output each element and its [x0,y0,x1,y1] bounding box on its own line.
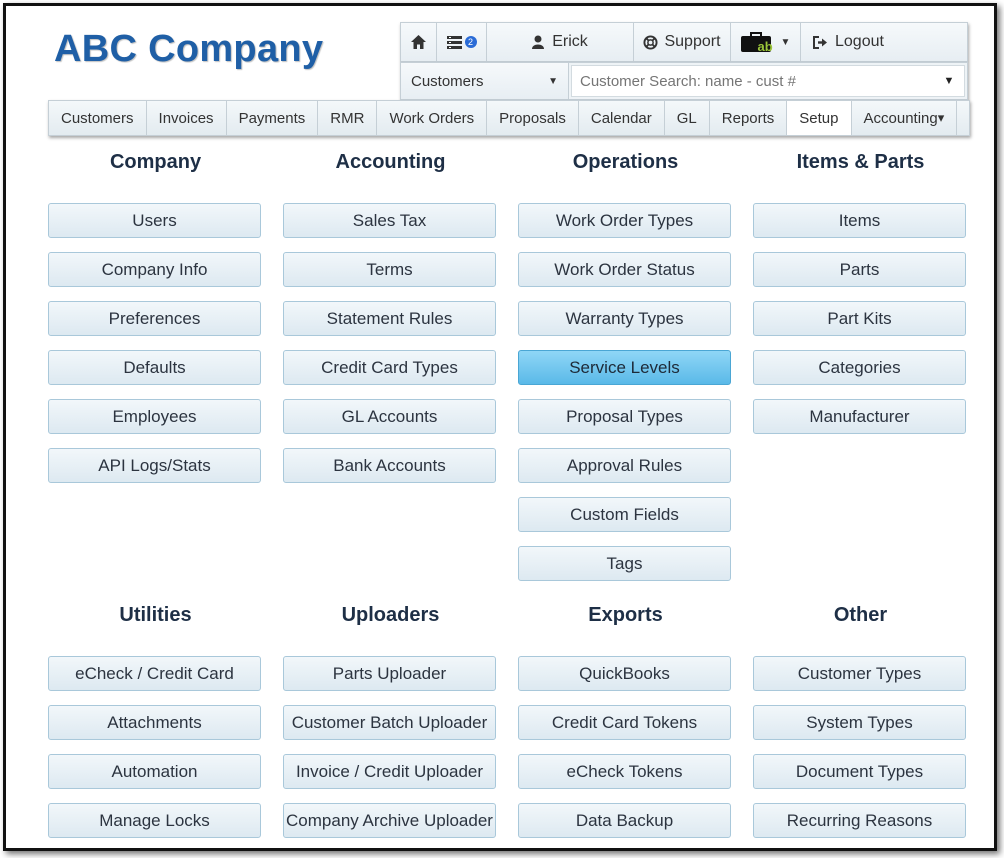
nav-tab-work-orders[interactable]: Work Orders [377,101,488,135]
data-backup-button[interactable]: Data Backup [518,803,731,838]
company-archive-uploader-button[interactable]: Company Archive Uploader [283,803,496,838]
employees-button[interactable]: Employees [48,399,261,434]
chevron-down-icon: ▼ [548,75,558,87]
nav-tab-payments[interactable]: Payments [227,101,319,135]
part-kits-button[interactable]: Part Kits [753,301,966,336]
nav-tab-invoices[interactable]: Invoices [147,101,227,135]
section-title-operations: Operations [572,151,679,173]
top-toolbar: 2 Erick Support ab ▼ Logout [400,22,968,62]
search-scope-value: Customers [411,72,484,90]
section-title-items-parts: Items & Parts [796,151,925,173]
section-title-company: Company [109,151,202,173]
invoice-credit-uploader-button[interactable]: Invoice / Credit Uploader [283,754,496,789]
user-menu[interactable]: Erick [487,23,634,61]
recurring-reasons-button[interactable]: Recurring Reasons [753,803,966,838]
credit-card-tokens-button[interactable]: Credit Card Tokens [518,705,731,740]
section-title-other: Other [833,604,888,626]
automation-button[interactable]: Automation [48,754,261,789]
section-title-uploaders: Uploaders [341,604,440,626]
logout-label: Logout [835,33,884,50]
user-name: Erick [552,33,588,50]
customer-search-input[interactable] [572,72,934,90]
manage-locks-button[interactable]: Manage Locks [48,803,261,838]
gl-accounts-button[interactable]: GL Accounts [283,399,496,434]
nav-tab-calendar[interactable]: Calendar [579,101,665,135]
work-order-types-button[interactable]: Work Order Types [518,203,731,238]
manufacturer-button[interactable]: Manufacturer [753,399,966,434]
section-title-accounting: Accounting [335,151,446,173]
notification-badge: 2 [464,36,477,48]
parts-button[interactable]: Parts [753,252,966,287]
quickbooks-button[interactable]: QuickBooks [518,656,731,691]
main-nav: Customers Invoices Payments RMR Work Orders P… [48,100,970,136]
chevron-down-icon: ▼ [780,36,791,48]
echeck-credit-card-button[interactable]: eCheck / Credit Card [48,656,261,691]
list-icon [446,35,462,49]
customer-types-button[interactable]: Customer Types [753,656,966,691]
section-title-utilities: Utilities [119,604,192,626]
document-types-button[interactable]: Document Types [753,754,966,789]
terms-button[interactable]: Terms [283,252,496,287]
company-info-button[interactable]: Company Info [48,252,261,287]
home-icon [411,35,426,49]
chevron-down-icon[interactable]: ▼ [934,75,964,87]
logout-button[interactable]: Logout [801,23,965,61]
bank-accounts-button[interactable]: Bank Accounts [283,448,496,483]
user-icon [532,35,545,49]
briefcase-icon: ab [740,32,773,54]
search-bar: Customers ▼ ▼ [400,62,968,100]
users-button[interactable]: Users [48,203,261,238]
lifebuoy-icon [643,34,658,50]
nav-tab-customers[interactable]: Customers [49,101,147,135]
home-button[interactable] [401,23,437,61]
items-button[interactable]: Items [753,203,966,238]
proposal-types-button[interactable]: Proposal Types [518,399,731,434]
app-switcher[interactable]: ab ▼ [731,23,801,61]
section-title-exports: Exports [588,604,663,626]
support-button[interactable]: Support [634,23,731,61]
search-scope-select[interactable]: Customers ▼ [401,63,569,99]
echeck-tokens-button[interactable]: eCheck Tokens [518,754,731,789]
warranty-types-button[interactable]: Warranty Types [518,301,731,336]
nav-tab-rmr[interactable]: RMR [318,101,378,135]
nav-tab-accounting[interactable]: Accounting ▾ [852,101,958,135]
support-label: Support [664,33,721,50]
company-logo[interactable]: ABC Company [54,28,323,71]
preferences-button[interactable]: Preferences [48,301,261,336]
work-order-status-button[interactable]: Work Order Status [518,252,731,287]
parts-uploader-button[interactable]: Parts Uploader [283,656,496,691]
credit-card-types-button[interactable]: Credit Card Types [283,350,496,385]
statement-rules-button[interactable]: Statement Rules [283,301,496,336]
customer-search: ▼ [571,65,965,97]
nav-tab-proposals[interactable]: Proposals [487,101,579,135]
attachments-button[interactable]: Attachments [48,705,261,740]
approval-rules-button[interactable]: Approval Rules [518,448,731,483]
service-levels-button[interactable]: Service Levels [518,350,731,385]
defaults-button[interactable]: Defaults [48,350,261,385]
notifications-button[interactable]: 2 [437,23,487,61]
logout-icon [813,35,827,49]
nav-tab-setup[interactable]: Setup [787,101,852,135]
system-types-button[interactable]: System Types [753,705,966,740]
nav-tab-gl[interactable]: GL [665,101,710,135]
tags-button[interactable]: Tags [518,546,731,581]
categories-button[interactable]: Categories [753,350,966,385]
customer-batch-uploader-button[interactable]: Customer Batch Uploader [283,705,496,740]
app-frame: ABC Company 2 Erick Support ab ▼ Logout … [3,3,997,851]
nav-tab-reports[interactable]: Reports [710,101,788,135]
custom-fields-button[interactable]: Custom Fields [518,497,731,532]
sales-tax-button[interactable]: Sales Tax [283,203,496,238]
api-logs-stats-button[interactable]: API Logs/Stats [48,448,261,483]
caret-down-icon: ▾ [937,110,945,125]
